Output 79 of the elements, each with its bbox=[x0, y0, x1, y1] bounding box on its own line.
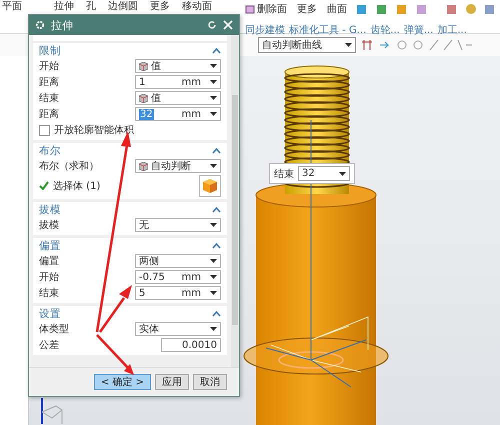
field-label: 公差 bbox=[39, 339, 59, 352]
dropdown-caret-icon bbox=[210, 275, 217, 279]
ribbon-command[interactable]: 删除面 bbox=[245, 2, 287, 16]
field-label: 距离 bbox=[39, 108, 59, 121]
ribbon-command[interactable]: 拉伸 bbox=[54, 0, 74, 13]
section-title: 布尔 bbox=[39, 144, 61, 158]
dropdown-caret-icon bbox=[210, 291, 217, 295]
section-title: 拔模 bbox=[39, 203, 61, 217]
curve-rule-dropdown[interactable]: 自动判断曲线 bbox=[258, 37, 356, 53]
dropdown-caret-icon bbox=[210, 223, 217, 227]
section-title: 偏置 bbox=[39, 239, 61, 253]
selection-label: 选择体 (1) bbox=[53, 180, 100, 192]
ribbon-command[interactable]: 边倒圆 bbox=[108, 0, 138, 13]
section-title: 设置 bbox=[39, 307, 61, 321]
ribbon-command[interactable]: 更多 bbox=[297, 2, 317, 16]
dropdown-caret-icon bbox=[210, 327, 217, 331]
chevron-icon[interactable] bbox=[212, 311, 221, 317]
option-dropdown[interactable]: 实体 bbox=[135, 322, 221, 336]
section-title: 限制 bbox=[39, 44, 61, 58]
ribbon-group-label: 齿轮... bbox=[370, 24, 400, 37]
ribbon-group-label: 加工... bbox=[437, 24, 467, 37]
chevron-icon[interactable] bbox=[212, 148, 221, 154]
value-field[interactable]: 32 bbox=[298, 166, 350, 181]
option-dropdown[interactable]: 值 bbox=[135, 59, 221, 73]
ribbon-command[interactable]: 平面 bbox=[2, 0, 22, 13]
field-label: 开始 bbox=[39, 271, 59, 284]
dialog-button[interactable]: 应用 bbox=[155, 374, 189, 390]
ribbon-command[interactable]: 曲面 bbox=[327, 2, 347, 16]
dialog-title: 拉伸 bbox=[51, 18, 73, 32]
chevron-icon[interactable] bbox=[212, 243, 221, 249]
option-dropdown[interactable]: 两侧 bbox=[135, 254, 221, 268]
dropdown-caret-icon bbox=[345, 43, 352, 47]
dropdown-caret-icon bbox=[210, 96, 217, 100]
cube-icon bbox=[139, 162, 148, 170]
dropdown-caret-icon bbox=[210, 112, 217, 116]
field-label: 结束 bbox=[39, 286, 59, 300]
dropdown-caret-icon bbox=[339, 172, 346, 176]
value-field[interactable]: 32 mm bbox=[135, 107, 221, 121]
chevron-icon[interactable] bbox=[212, 207, 221, 213]
annotation-arrow bbox=[96, 334, 134, 375]
value-field[interactable]: 1 mm bbox=[135, 75, 221, 89]
option-dropdown[interactable]: 无 bbox=[135, 218, 221, 232]
ribbon-command[interactable]: 移动面 bbox=[182, 0, 212, 13]
option-dropdown[interactable]: 值 bbox=[135, 91, 221, 105]
ribbon-command[interactable]: 孔 bbox=[86, 0, 96, 13]
dialog-button[interactable]: 取消 bbox=[193, 374, 227, 390]
cube-icon bbox=[139, 94, 148, 102]
field-label: 距离 bbox=[39, 76, 59, 89]
field-label: 拔模 bbox=[39, 218, 59, 232]
cube-icon bbox=[139, 62, 148, 70]
select-body-button[interactable] bbox=[199, 174, 221, 196]
ribbon-command[interactable]: 更多 bbox=[150, 0, 170, 13]
scrollbar[interactable] bbox=[231, 35, 239, 367]
dropdown-caret-icon bbox=[210, 259, 217, 263]
field-label: 体类型 bbox=[39, 322, 69, 336]
dropdown-caret-icon bbox=[210, 164, 217, 168]
ribbon-group-label: 弹簧... bbox=[404, 24, 434, 37]
value-field[interactable]: -0.75 mm bbox=[135, 270, 221, 284]
field-label: 开始 bbox=[39, 60, 59, 73]
field-label: 偏置 bbox=[39, 254, 59, 268]
reset-icon[interactable] bbox=[207, 20, 217, 30]
cube-icon bbox=[203, 178, 217, 192]
close-icon[interactable] bbox=[223, 20, 233, 30]
checkbox-label: 开放轮廓智能体积 bbox=[54, 124, 134, 137]
dropdown-caret-icon bbox=[210, 80, 217, 84]
checkbox[interactable] bbox=[39, 124, 50, 136]
value-field[interactable]: 5 mm bbox=[135, 286, 221, 300]
field-label: 结束 bbox=[39, 92, 59, 105]
dropdown-caret-icon bbox=[210, 64, 217, 68]
value-field[interactable]: 0.0010 bbox=[161, 338, 221, 352]
ribbon-group-label: 同步建模 bbox=[245, 24, 285, 37]
chevron-icon[interactable] bbox=[212, 48, 221, 54]
ribbon-group-label: 标准化工具 - G... bbox=[289, 24, 366, 37]
field-label: 布尔（求和） bbox=[39, 160, 99, 173]
axis-triad-icon bbox=[38, 396, 64, 424]
field-label: 结束 bbox=[274, 168, 294, 180]
settings-icon bbox=[35, 20, 45, 30]
dialog-button[interactable]: < 确定 > bbox=[94, 374, 151, 390]
option-dropdown[interactable]: 自动判断 bbox=[135, 159, 221, 173]
